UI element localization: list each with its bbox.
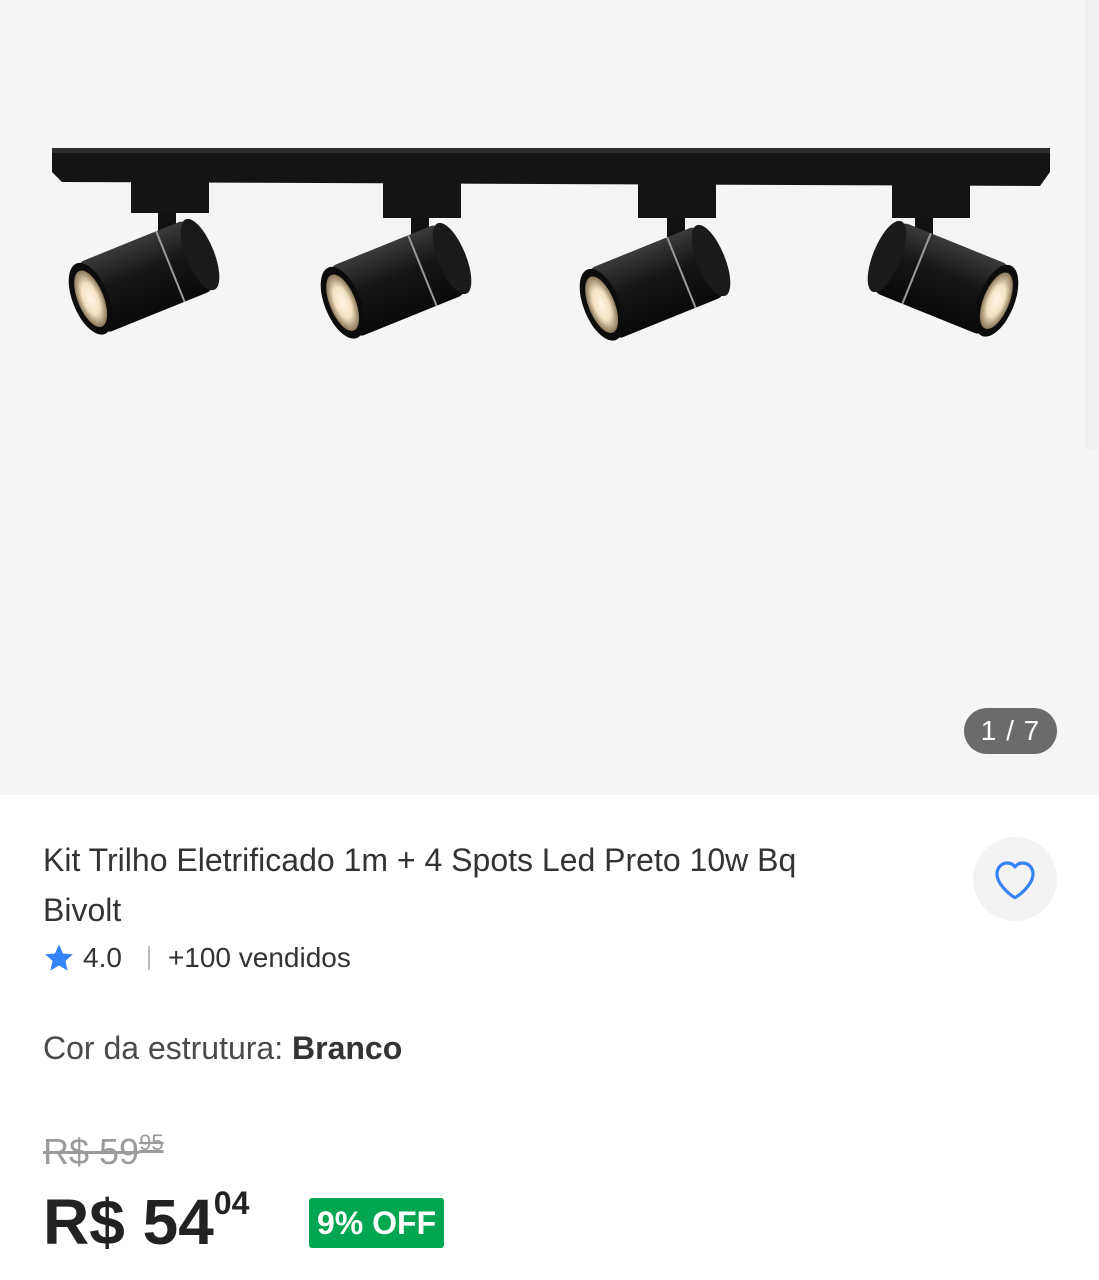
heart-outline-icon xyxy=(995,861,1035,900)
original-price: R$ 5995 xyxy=(43,1130,164,1173)
current-price: R$ 5404 xyxy=(43,1185,249,1259)
rating-row[interactable]: 4.0 +100 vendidos xyxy=(43,938,351,978)
product-image[interactable] xyxy=(0,0,1099,795)
rating-value: 4.0 xyxy=(83,942,122,973)
product-gallery[interactable]: 1 / 7 xyxy=(0,0,1099,795)
original-price-main: R$ 59 xyxy=(43,1131,140,1172)
divider xyxy=(147,946,150,970)
discount-badge: 9% OFF xyxy=(309,1198,445,1248)
original-price-cents: 95 xyxy=(139,1130,164,1155)
sold-count: +100 vendidos xyxy=(167,942,351,973)
current-price-main: R$ 54 xyxy=(43,1186,214,1258)
star-icon xyxy=(45,944,73,971)
image-counter: 1 / 7 xyxy=(964,708,1057,754)
current-price-cents: 04 xyxy=(213,1185,250,1221)
favorite-button[interactable] xyxy=(973,837,1057,921)
variant-selector[interactable]: Cor da estrutura: Branco xyxy=(43,1030,402,1067)
variant-value: Branco xyxy=(292,1030,403,1066)
product-title: Kit Trilho Eletrificado 1m + 4 Spots Led… xyxy=(43,842,797,928)
variant-label: Cor da estrutura: xyxy=(43,1030,284,1066)
product-info: Kit Trilho Eletrificado 1m + 4 Spots Led… xyxy=(0,795,1099,1280)
